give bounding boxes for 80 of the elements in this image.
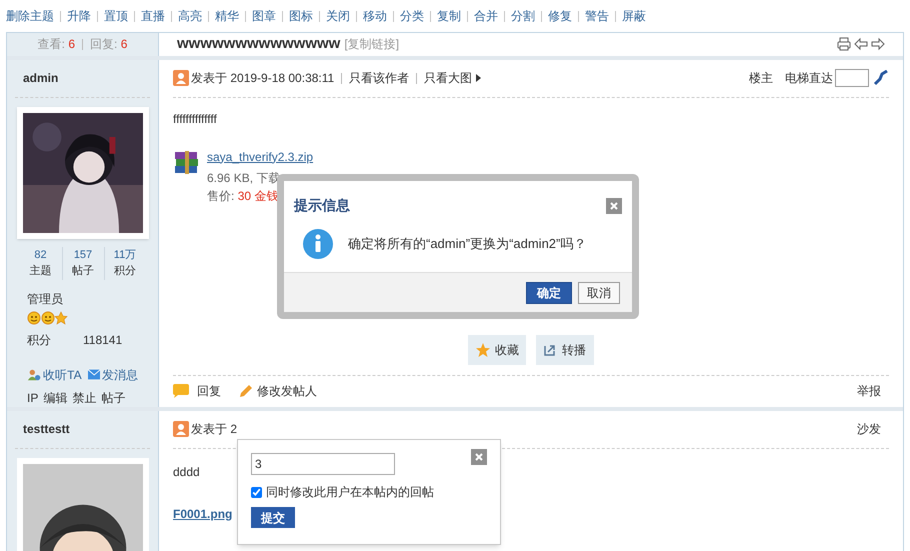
admin-link[interactable]: 编辑 [43, 388, 68, 406]
close-button[interactable] [606, 198, 622, 214]
user-add-icon [27, 368, 42, 382]
moderation-link[interactable]: 图章 [252, 7, 276, 25]
previous-icon[interactable] [854, 37, 868, 52]
stat-value[interactable]: 11万 [114, 246, 136, 263]
admin-link[interactable]: IP [27, 388, 38, 406]
admin-link[interactable]: 帖子 [101, 388, 126, 406]
credits-value: 118141 [83, 332, 122, 348]
post-time: 发表于 2 [191, 421, 238, 438]
chat-bubble-icon [173, 384, 189, 398]
close-icon [610, 202, 618, 210]
print-icon[interactable] [837, 37, 851, 52]
post-time: 发表于 2019-9-18 00:38:11 [191, 70, 334, 87]
confirm-button[interactable]: 确定 [526, 282, 572, 304]
share-icon [544, 344, 556, 356]
info-icon [302, 228, 334, 260]
report-link[interactable]: 举报 [857, 382, 881, 400]
stat-value[interactable]: 157 [74, 246, 92, 263]
moderation-link[interactable]: 精华 [215, 7, 239, 25]
moderation-link[interactable]: 图标 [289, 7, 313, 25]
stat-value[interactable]: 82 [34, 246, 47, 263]
moderation-link[interactable]: 删除主题 [6, 7, 54, 25]
user-icon [173, 421, 189, 437]
moderation-link[interactable]: 屏蔽 [622, 7, 646, 25]
star-icon [475, 342, 491, 358]
view-count: 查看: 6 [38, 36, 75, 54]
next-icon[interactable] [871, 37, 885, 52]
post-body: dddd [173, 464, 200, 480]
attachment-link[interactable]: saya_thverify2.3.zip [207, 148, 314, 166]
escalator-icon[interactable] [873, 70, 889, 86]
floor-input[interactable] [835, 69, 869, 87]
floor-label: 楼主 [749, 70, 773, 87]
share-button[interactable]: 转播 [536, 334, 594, 364]
user-icon [173, 70, 189, 86]
moderation-link[interactable]: 复制 [437, 7, 461, 25]
cancel-button[interactable]: 取消 [578, 282, 620, 304]
submit-button[interactable]: 提交 [251, 507, 295, 528]
moderation-link[interactable]: 置顶 [104, 7, 128, 25]
moderation-link[interactable]: 关闭 [326, 7, 350, 25]
jump-label: 电梯直达 [785, 70, 833, 87]
pencil-icon [239, 384, 253, 398]
dialog-title: 提示信息 [294, 196, 350, 215]
favorite-button[interactable]: 收藏 [468, 334, 526, 364]
close-button[interactable] [471, 449, 487, 465]
triangle-icon [476, 74, 482, 82]
admin-link[interactable]: 禁止 [72, 388, 96, 406]
post-body: ffffffffffffff [173, 110, 218, 128]
reply-count: 回复: 6 [90, 36, 128, 54]
dialog-message: 确定将所有的“admin”更换为“admin2”吗？ [348, 235, 586, 254]
user-group[interactable]: 管理员 [27, 290, 138, 308]
moderation-link[interactable]: 分类 [400, 7, 424, 25]
moderation-link[interactable]: 高亮 [178, 7, 202, 25]
follow-link[interactable]: 收听TA [43, 366, 82, 384]
moderation-link[interactable]: 合并 [474, 7, 498, 25]
moderation-link[interactable]: 直播 [141, 7, 165, 25]
author-input[interactable]: 3 [251, 453, 395, 475]
reply-link[interactable]: 回复 [197, 382, 221, 400]
moderation-link[interactable]: 移动 [363, 7, 387, 25]
close-icon [475, 453, 483, 461]
attachment-link[interactable]: F0001.png [173, 504, 232, 522]
stat-label: 主题 [30, 264, 52, 279]
checkbox[interactable] [251, 486, 262, 498]
author-name[interactable]: admin [23, 69, 58, 87]
message-link[interactable]: 发消息 [102, 366, 138, 384]
stat-label: 帖子 [72, 264, 94, 279]
change-author-link[interactable]: 修改发帖人 [257, 382, 317, 400]
moderation-link[interactable]: 升降 [67, 7, 91, 25]
envelope-icon [88, 369, 100, 380]
credits-label: 积分 [27, 332, 52, 348]
moderation-link[interactable]: 分割 [511, 7, 535, 25]
floor-label: 沙发 [857, 421, 881, 438]
large-images-link[interactable]: 只看大图 [424, 69, 472, 87]
author-only-link[interactable]: 只看该作者 [349, 69, 410, 87]
checkbox-label: 同时修改此用户在本帖内的回帖 [266, 484, 434, 501]
thread-title: wwwwwwwwwwwwww [177, 34, 340, 54]
author-name[interactable]: testtestt [23, 420, 70, 438]
stat-label: 积分 [114, 264, 136, 279]
moderation-link[interactable]: 修复 [548, 7, 572, 25]
moderation-link[interactable]: 警告 [585, 7, 609, 25]
